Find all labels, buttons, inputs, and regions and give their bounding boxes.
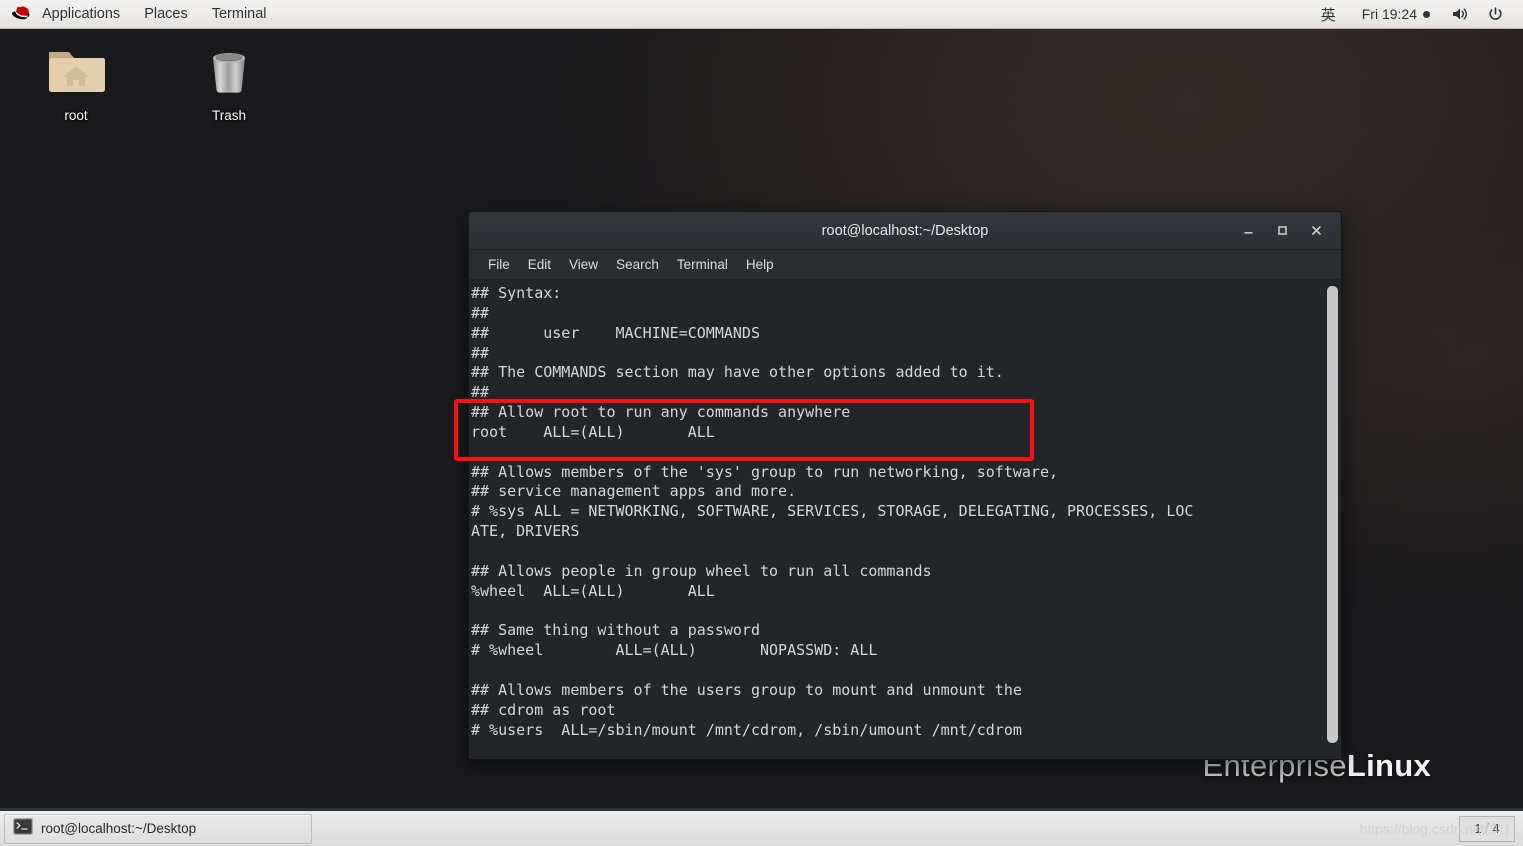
terminal-line: ## Syntax:	[471, 284, 562, 302]
input-method-label: 英	[1320, 6, 1336, 24]
terminal-line: %wheel ALL=(ALL) ALL	[471, 581, 715, 600]
menu-terminal[interactable]: Terminal	[200, 0, 279, 28]
terminal-line: ## Allows people in group wheel to run a…	[471, 561, 932, 580]
workspace-switcher[interactable]: 1 / 4	[1459, 815, 1515, 842]
terminal-icon	[13, 817, 33, 840]
terminal-line: # %sys ALL = NETWORKING, SOFTWARE, SERVI…	[471, 502, 1194, 521]
clock-label: Fri 19:24	[1361, 6, 1417, 22]
notification-dot-icon	[1423, 10, 1430, 18]
terminal-body[interactable]: ## Syntax: ## ## user MACHINE=COMMANDS ## ##…	[469, 280, 1341, 759]
terminal-line: ## user MACHINE=COMMANDS	[471, 323, 760, 342]
top-panel: Applications Places Terminal 英 Fri 19:24	[0, 0, 1523, 29]
desktop-icon-trash-label: Trash	[211, 108, 246, 123]
menu-applications[interactable]: Applications	[38, 0, 132, 28]
menu-applications-label: Applications	[42, 6, 121, 22]
menu-places-label: Places	[144, 6, 188, 22]
minimize-icon[interactable]	[1231, 217, 1265, 245]
terminal-line: ATE, DRIVERS	[471, 522, 580, 541]
terminal-line: ## service management apps and more.	[471, 482, 797, 501]
terminal-window[interactable]: root@localhost:~/Desktop File Edit View …	[468, 211, 1342, 760]
terminal-line: ## cdrom as root	[471, 700, 616, 719]
terminal-line: ## Allows members of the 'sys' group to …	[471, 462, 1058, 481]
maximize-icon[interactable]	[1265, 217, 1299, 245]
terminal-line: ## Same thing without a password	[471, 621, 760, 640]
terminal-line: root ALL=(ALL) ALL	[471, 422, 715, 441]
volume-icon[interactable]	[1442, 0, 1478, 28]
desktop-icon-trash[interactable]: Trash	[181, 44, 277, 123]
desktop-icon-root[interactable]: root	[28, 44, 124, 123]
terminal-line: ## Allow root to run any commands anywhe…	[471, 403, 851, 422]
menu-terminal-label: Terminal	[211, 6, 267, 22]
menu-item-view[interactable]: View	[560, 254, 607, 275]
menu-item-search[interactable]: Search	[607, 254, 668, 275]
terminal-line: ##	[471, 343, 490, 362]
top-panel-right: 英 Fri 19:24	[1307, 0, 1523, 28]
menu-item-edit[interactable]: Edit	[519, 254, 560, 275]
top-panel-left: Applications Places Terminal	[0, 0, 279, 28]
redhat-logo-icon	[0, 0, 38, 28]
terminal-scrollbar-thumb[interactable]	[1327, 286, 1338, 743]
desktop: Applications Places Terminal 英 Fri 19:24	[0, 0, 1523, 846]
terminal-scrollbar[interactable]	[1327, 280, 1341, 759]
terminal-window-title: root@localhost:~/Desktop	[821, 222, 989, 239]
taskbar-window-button[interactable]: root@localhost:~/Desktop	[4, 813, 312, 844]
terminal-output: ## Syntax: ## ## user MACHINE=COMMANDS ## ##…	[469, 280, 1327, 759]
menu-item-help[interactable]: Help	[737, 254, 783, 275]
watermark-area: https://blog.csdn.net/S1j 1 / 4	[1360, 815, 1515, 842]
home-folder-icon	[45, 44, 107, 103]
terminal-title-bar[interactable]: root@localhost:~/Desktop	[469, 212, 1341, 250]
menu-places[interactable]: Places	[132, 0, 200, 28]
power-icon[interactable]	[1478, 0, 1513, 28]
input-method-indicator[interactable]: 英	[1307, 0, 1350, 28]
taskbar: root@localhost:~/Desktop https://blog.cs…	[0, 808, 1523, 846]
terminal-line: ##	[471, 383, 490, 402]
window-controls	[1231, 217, 1341, 245]
trash-can-icon	[201, 44, 257, 103]
terminal-line: ##	[471, 303, 490, 322]
close-icon[interactable]	[1299, 217, 1333, 245]
terminal-line: # %wheel ALL=(ALL) NOPASSWD: ALL	[471, 641, 878, 660]
menu-item-terminal[interactable]: Terminal	[668, 254, 737, 275]
terminal-menu-bar: File Edit View Search Terminal Help	[469, 250, 1341, 280]
terminal-line: # %users ALL=/sbin/mount /mnt/cdrom, /sb…	[471, 720, 1022, 739]
terminal-line: ## Allows members of the users group to …	[471, 680, 1022, 699]
clock[interactable]: Fri 19:24	[1350, 0, 1442, 28]
workspace-switcher-label: 1 / 4	[1474, 821, 1500, 836]
terminal-line: ## The COMMANDS section may have other o…	[471, 363, 1004, 382]
desktop-icon-root-label: root	[64, 108, 88, 123]
menu-item-file[interactable]: File	[479, 254, 519, 275]
taskbar-window-label: root@localhost:~/Desktop	[41, 821, 197, 836]
brand-word-linux: Linux	[1346, 748, 1431, 783]
